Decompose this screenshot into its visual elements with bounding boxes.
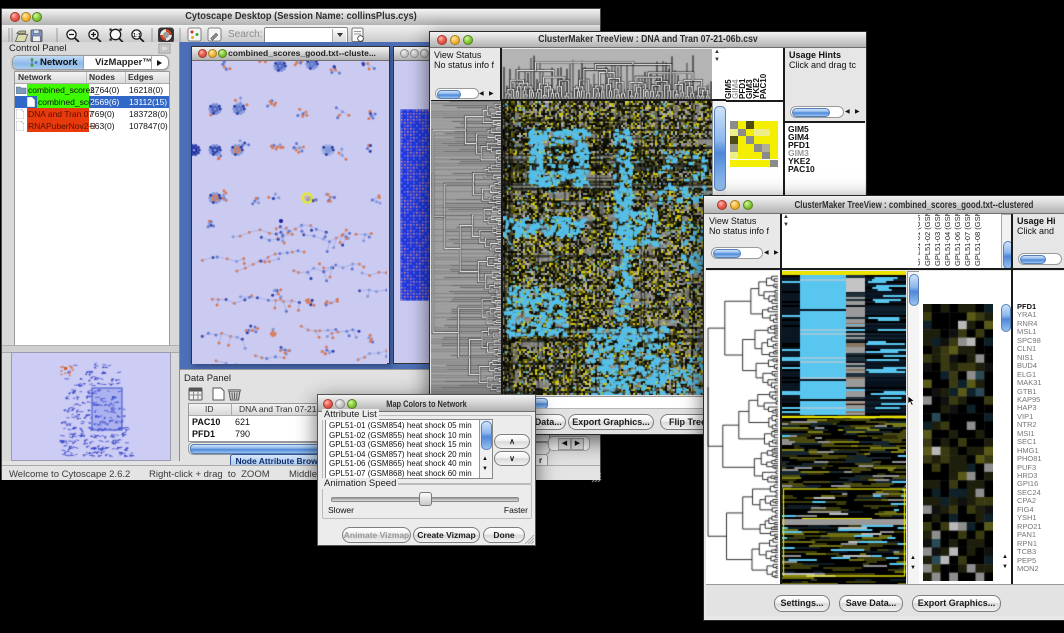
- svg-text:1:1: 1:1: [133, 33, 141, 39]
